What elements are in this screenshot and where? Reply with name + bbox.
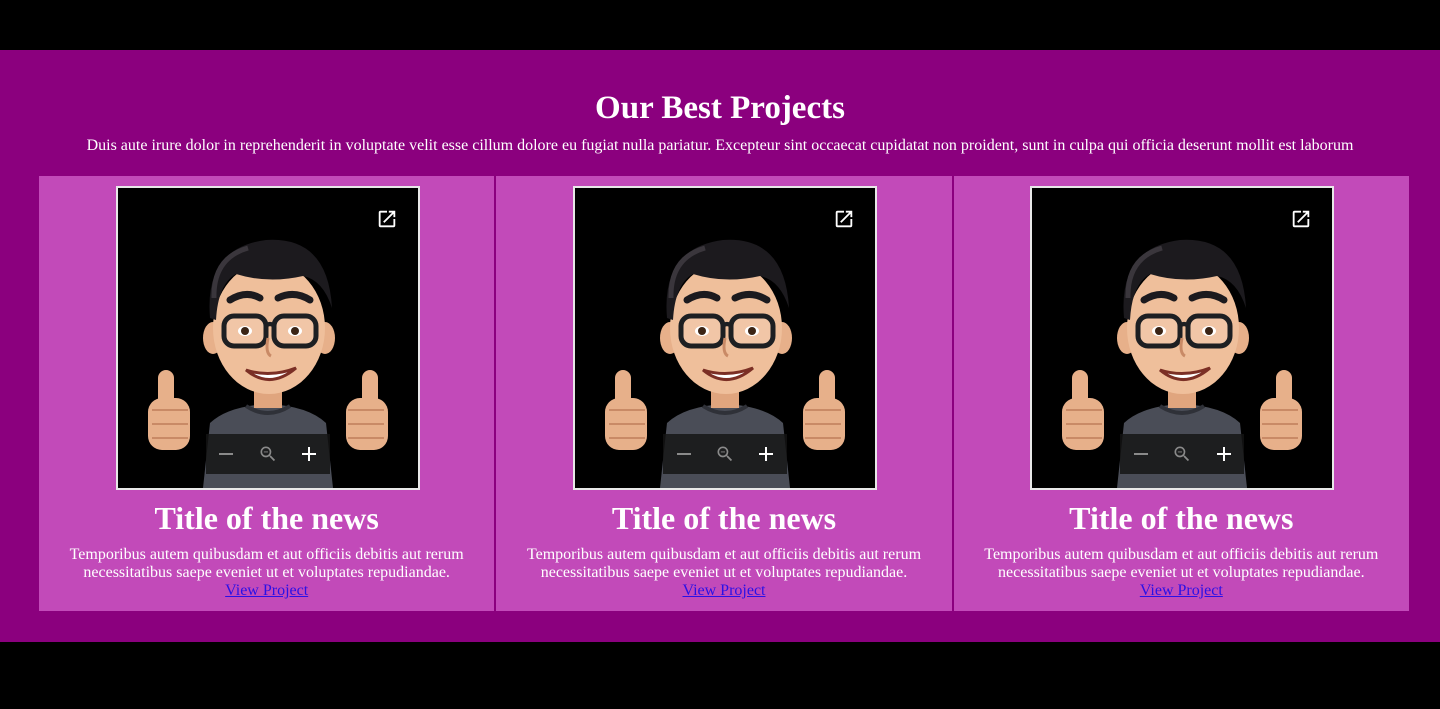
card-description: Temporibus autem quibusdam et aut offici… xyxy=(69,546,464,581)
minus-icon xyxy=(1133,453,1148,455)
plus-icon xyxy=(301,447,316,461)
zoom-out-button[interactable] xyxy=(672,442,696,466)
zoom-out-button[interactable] xyxy=(214,442,238,466)
zoom-controls xyxy=(662,434,787,474)
section-intro: Duis aute irure dolor in reprehenderit i… xyxy=(86,137,1354,154)
project-card: Title of the news Temporibus autem quibu… xyxy=(39,176,495,611)
project-card: Title of the news Temporibus autem quibu… xyxy=(496,176,952,611)
open-in-new-icon[interactable] xyxy=(833,208,855,230)
card-title: Title of the news xyxy=(611,500,837,536)
project-card: Title of the news Temporibus autem quibu… xyxy=(953,176,1409,611)
zoom-in-button[interactable] xyxy=(754,442,778,466)
projects-section: Our Best Projects Duis aute irure dolor … xyxy=(0,50,1440,642)
zoom-in-button[interactable] xyxy=(1212,442,1236,466)
zoom-reset-button[interactable] xyxy=(1170,442,1194,466)
open-in-new-icon[interactable] xyxy=(376,208,398,230)
zoom-out-button[interactable] xyxy=(1129,442,1153,466)
zoom-in-button[interactable] xyxy=(297,442,321,466)
card-title: Title of the news xyxy=(1069,500,1294,536)
view-project-link[interactable]: View Project xyxy=(682,582,765,599)
zoom-reset-button[interactable] xyxy=(256,442,280,466)
project-grid: Title of the news Temporibus autem quibu… xyxy=(39,176,1409,611)
project-image-viewer xyxy=(115,186,420,490)
zoom-out-magnifier-icon xyxy=(1174,446,1190,462)
minus-icon xyxy=(219,453,234,455)
zoom-controls xyxy=(1120,434,1245,474)
card-description: Temporibus autem quibusdam et aut offici… xyxy=(984,546,1379,581)
project-image-viewer xyxy=(1030,186,1335,490)
zoom-reset-button[interactable] xyxy=(713,442,737,466)
plus-icon xyxy=(759,447,774,461)
plus-icon xyxy=(1216,447,1231,461)
minus-icon xyxy=(676,453,691,455)
zoom-controls xyxy=(205,434,330,474)
view-project-link[interactable]: View Project xyxy=(225,582,308,599)
section-title: Our Best Projects xyxy=(595,90,845,126)
card-description: Temporibus autem quibusdam et aut offici… xyxy=(526,546,922,581)
zoom-out-magnifier-icon xyxy=(717,446,733,462)
card-title: Title of the news xyxy=(154,500,379,536)
project-image-viewer xyxy=(572,186,877,490)
open-in-new-icon[interactable] xyxy=(1290,208,1312,230)
zoom-out-magnifier-icon xyxy=(260,446,275,462)
view-project-link[interactable]: View Project xyxy=(1140,582,1223,599)
